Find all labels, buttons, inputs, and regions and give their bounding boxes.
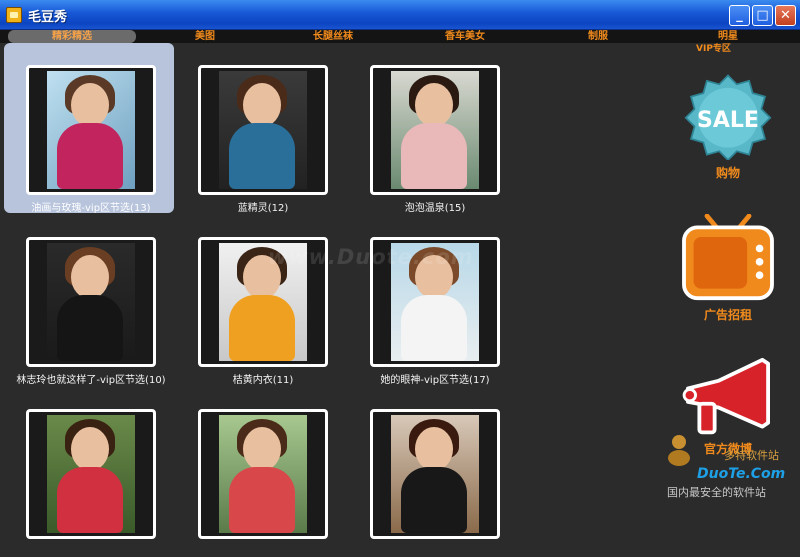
thumbnail-frame (370, 65, 500, 195)
thumbnail-photo (47, 243, 135, 361)
title-bar: 毛豆秀 _ □ ✕ (0, 0, 800, 30)
thumbnail-frame (198, 409, 328, 539)
gallery-caption: 林志玲也就这样了-vip区节选(10) (16, 375, 166, 386)
close-button[interactable]: ✕ (775, 5, 796, 26)
sale-text: SALE (697, 108, 759, 133)
gallery-caption: 她的眼神-vip区节选(17) (380, 375, 490, 386)
menu-item-featured[interactable]: 精彩精选 (8, 30, 136, 43)
gallery-item[interactable]: 她的眼神-vip区节选(17) (348, 215, 518, 386)
megaphone-icon (682, 357, 770, 435)
mascot-icon (668, 435, 690, 466)
watermark-site: 多特软件站 (724, 449, 779, 462)
shop-button[interactable]: SALE 购物 (678, 72, 778, 181)
menu-item-photos[interactable]: 美图 (180, 30, 230, 43)
gallery-item[interactable] (4, 387, 174, 557)
menu-item-uniform[interactable]: 制服 (576, 30, 620, 43)
gallery-item[interactable] (176, 387, 346, 557)
menu-item-stockings[interactable]: 长腿丝袜 (298, 30, 368, 43)
gallery-item[interactable]: 桔黄内衣(11) (176, 215, 346, 386)
advertise-label: 广告招租 (703, 308, 752, 322)
thumbnail-frame (198, 65, 328, 195)
thumbnail-photo (391, 415, 479, 533)
thumbnail-frame (370, 409, 500, 539)
gallery-caption: 桔黄内衣(11) (232, 375, 294, 386)
vip-zone-link[interactable]: VIP专区 (696, 41, 731, 54)
watermark-brand: DuoTe.Com (697, 466, 786, 482)
gallery-item[interactable]: 蓝精灵(12) (176, 43, 346, 214)
app-icon (6, 7, 22, 23)
thumbnail-photo (47, 71, 135, 189)
gallery-item[interactable] (348, 387, 518, 557)
gallery-item[interactable]: 泡泡温泉(15) (348, 43, 518, 214)
thumbnail-frame (26, 65, 156, 195)
menu-item-car-models[interactable]: 香车美女 (430, 30, 500, 43)
advertise-button[interactable]: 广告招租 (678, 213, 778, 323)
thumbnail-photo (219, 415, 307, 533)
shop-label: 购物 (715, 166, 740, 180)
thumbnail-frame (26, 409, 156, 539)
gallery-item[interactable]: 林志玲也就这样了-vip区节选(10) (4, 215, 174, 386)
maximize-button[interactable]: □ (752, 5, 773, 26)
window-title: 毛豆秀 (28, 10, 68, 25)
thumbnail-frame (26, 237, 156, 367)
gallery-caption: 泡泡温泉(15) (404, 203, 466, 214)
gallery-item[interactable]: 油画与玫瑰-vip区节选(13) (4, 43, 174, 214)
thumbnail-photo (47, 415, 135, 533)
watermark-center: www.Duote.com (268, 245, 474, 269)
gallery-caption: 油画与玫瑰-vip区节选(13) (31, 203, 151, 214)
tv-icon (682, 213, 774, 301)
gallery-caption: 蓝精灵(12) (237, 203, 289, 214)
thumbnail-photo (391, 71, 479, 189)
official-weibo-button[interactable]: 官方微博 (678, 356, 778, 457)
watermark-tagline: 国内最安全的软件站 (667, 486, 766, 499)
thumbnail-photo (219, 71, 307, 189)
minimize-button[interactable]: _ (729, 5, 750, 26)
category-menu: 精彩精选 美图 长腿丝袜 香车美女 制服 明星 (0, 30, 800, 43)
